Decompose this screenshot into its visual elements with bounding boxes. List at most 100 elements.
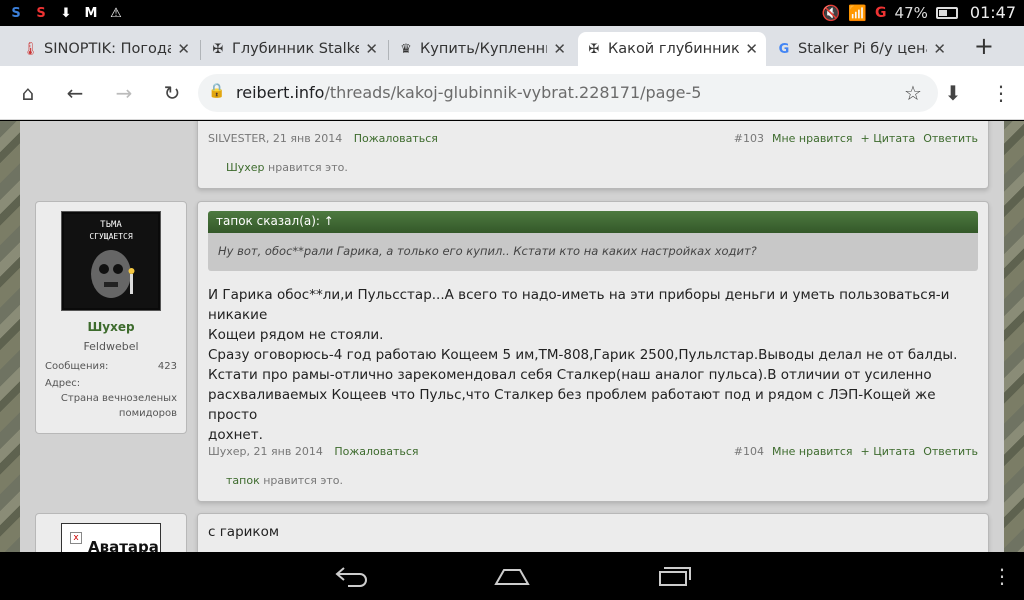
wifi-icon: 📶	[848, 3, 868, 22]
likes-suffix: нравится это.	[263, 474, 344, 487]
tab-divider	[388, 40, 389, 60]
post-104: тапок сказал(а): ↑ Ну вот, обос**рали Га…	[197, 201, 989, 502]
close-icon[interactable]: ✕	[553, 40, 566, 58]
tab-divider	[200, 40, 201, 60]
url-domain: reibert.info	[236, 83, 325, 102]
post-number[interactable]: #103	[734, 132, 764, 145]
mute-icon: 🔇	[821, 3, 841, 22]
quote-button[interactable]: + Цитата	[861, 132, 916, 145]
star-icon[interactable]: ☆	[900, 80, 926, 106]
address-value: помидоров	[118, 408, 177, 419]
lock-icon: 🔒	[208, 83, 226, 99]
liked-by-user[interactable]: Шухер	[226, 161, 265, 174]
avatar-caption: ТЬМА	[100, 220, 122, 230]
close-icon[interactable]: ✕	[177, 40, 190, 58]
user-info-next: x Аватара	[35, 513, 187, 552]
forward-icon[interactable]: →	[111, 80, 137, 106]
post-number[interactable]: #104	[734, 445, 764, 458]
close-icon[interactable]: ✕	[933, 40, 946, 58]
crown-icon: ♛	[400, 41, 412, 57]
text-line: Кощеи рядом не стояли.	[208, 327, 384, 343]
likes-summary: тапок нравится это.	[226, 474, 343, 487]
new-tab-button[interactable]: +	[974, 32, 994, 60]
avatar[interactable]: x Аватара	[61, 523, 161, 552]
liked-by-user[interactable]: тапок	[226, 474, 260, 487]
cross-icon: ✠	[588, 41, 600, 57]
address-bar[interactable]: 🔒 reibert.info/threads/kakoj-glubinnik-v…	[198, 74, 938, 112]
tab-buy[interactable]: ♛ Купить/Купленны ✕	[390, 32, 574, 66]
post-105: с гариком	[197, 513, 989, 552]
address-label: Адрес:	[45, 378, 81, 389]
overflow-menu-icon[interactable]: ⋮	[992, 564, 1012, 588]
user-rank: Feldwebel	[83, 340, 139, 353]
post-103: SILVESTER, 21 янв 2014 Пожаловаться #103…	[197, 121, 989, 189]
web-page: SILVESTER, 21 янв 2014 Пожаловаться #103…	[0, 121, 1024, 552]
post-date[interactable]: 21 янв 2014	[273, 132, 342, 145]
broken-image-icon: x	[70, 532, 82, 544]
likes-suffix: нравится это.	[268, 161, 348, 174]
post-actions: #104 Мне нравится + Цитата Ответить	[726, 445, 978, 458]
post-text: И Гарика обос**ли,и Пульсстар...А всего …	[208, 285, 988, 445]
clock: 01:47	[969, 3, 1016, 22]
avatar-caption: Аватара	[88, 538, 159, 552]
report-link[interactable]: Пожаловаться	[334, 445, 418, 458]
svg-text:СГУЩАЕТСЯ: СГУЩАЕТСЯ	[89, 232, 133, 241]
google-icon: G	[778, 41, 790, 57]
cross-icon: ✠	[212, 41, 224, 57]
tab-stalker-price[interactable]: G Stalker Pi б/у цена ✕	[768, 32, 954, 66]
post-author[interactable]: Шухер	[208, 445, 247, 458]
user-info-shuher: ТЬМА СГУЩАЕТСЯ Шухер Feldwebel Сообщения…	[35, 201, 187, 434]
home-icon[interactable]: ⌂	[15, 80, 41, 106]
warning-icon: ⚠	[110, 5, 122, 21]
download-icon: ⬇	[60, 5, 72, 21]
text-line: Кстати про рамы-отлично зарекомендовал с…	[208, 367, 932, 383]
quote-body: Ну вот, обос**рали Гарика, а только его …	[208, 233, 978, 271]
username[interactable]: Шухер	[36, 320, 186, 334]
avatar[interactable]: ТЬМА СГУЩАЕТСЯ	[61, 211, 161, 311]
thermometer-icon: 🌡	[22, 41, 39, 57]
battery-percent: 47%	[894, 3, 928, 22]
quote-header[interactable]: тапок сказал(а): ↑	[208, 211, 978, 233]
close-icon[interactable]: ✕	[365, 40, 378, 58]
tab-strip: 🌡 SINOPTIK: Погода ✕ ✠ Глубинник Stalker…	[0, 26, 1024, 66]
app-s-blue-icon: S	[11, 5, 21, 21]
text-line: И Гарика обос**ли,и Пульсстар...А всего …	[208, 287, 950, 323]
reply-button[interactable]: Ответить	[923, 445, 978, 458]
messages-count[interactable]: 423	[158, 361, 177, 372]
like-button[interactable]: Мне нравится	[772, 445, 853, 458]
text-line: дохнет.	[208, 427, 263, 443]
menu-icon[interactable]: ⋮	[988, 80, 1014, 106]
post-meta: Шухер, 21 янв 2014 Пожаловаться	[208, 445, 419, 458]
status-bar: S S ⬇ M ⚠ 🔇 📶 G 47% 01:47	[0, 0, 1024, 26]
like-button[interactable]: Мне нравится	[772, 132, 853, 145]
url-text[interactable]: reibert.info/threads/kakoj-glubinnik-vyb…	[236, 83, 701, 102]
post-text: с гариком	[208, 524, 280, 540]
url-path: /threads/kakoj-glubinnik-vybrat.228171/p…	[324, 83, 702, 102]
post-date[interactable]: 21 янв 2014	[254, 445, 323, 458]
report-link[interactable]: Пожаловаться	[354, 132, 438, 145]
post-author[interactable]: SILVESTER	[208, 132, 266, 145]
quote-button[interactable]: + Цитата	[861, 445, 916, 458]
messages-label: Сообщения:	[45, 361, 109, 372]
gmail-icon: M	[84, 5, 98, 21]
text-line: Сразу оговорюсь-4 год работаю Кощеем 5 и…	[208, 347, 958, 363]
recents-nav-icon[interactable]	[658, 564, 692, 592]
reply-button[interactable]: Ответить	[923, 132, 978, 145]
text-line: расхваливаемых Кощеев что Пульс,что Стал…	[208, 387, 936, 423]
post-meta: SILVESTER, 21 янв 2014 Пожаловаться	[208, 132, 438, 145]
battery-icon	[935, 6, 958, 19]
home-nav-icon[interactable]	[494, 564, 530, 592]
signal-icon: G	[875, 4, 887, 21]
back-nav-icon[interactable]	[334, 564, 368, 592]
reload-icon[interactable]: ↻	[159, 80, 185, 106]
likes-summary: Шухер нравится это.	[226, 161, 348, 174]
browser-toolbar: ⌂ ← → ↻ 🔒 reibert.info/threads/kakoj-glu…	[0, 66, 1024, 120]
tab-stalker[interactable]: ✠ Глубинник Stalker ✕	[202, 32, 386, 66]
tab-sinoptik[interactable]: 🌡 SINOPTIK: Погода ✕	[14, 32, 198, 66]
back-icon[interactable]: ←	[62, 80, 88, 106]
tab-active-detector[interactable]: ✠ Какой глубинник ✕	[578, 32, 766, 66]
post-actions: #103 Мне нравится + Цитата Ответить	[726, 132, 978, 145]
system-nav-bar: ⋮	[0, 552, 1024, 600]
download-icon[interactable]: ⬇	[940, 80, 966, 106]
close-icon[interactable]: ✕	[745, 40, 758, 58]
